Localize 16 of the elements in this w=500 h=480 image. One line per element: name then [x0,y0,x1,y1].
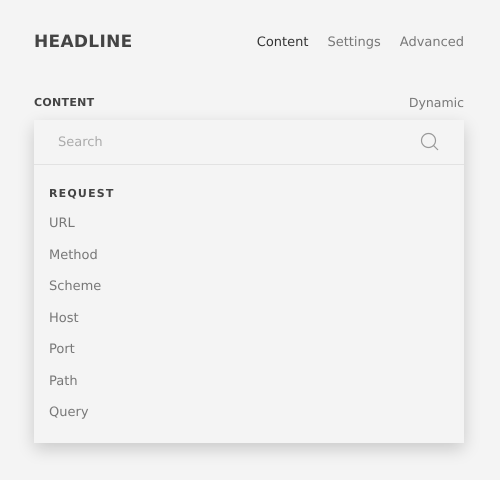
menu-item[interactable]: Path [49,372,449,403]
dynamic-toggle[interactable]: Dynamic [408,94,464,110]
menu-item[interactable]: URL [49,214,449,246]
tab[interactable]: Advanced [400,34,464,50]
menu-item[interactable]: Scheme [49,277,449,308]
tab[interactable]: Content [256,34,308,50]
menu-item[interactable]: Query [49,403,449,434]
field-label: CONTENT [34,96,94,108]
menu-item[interactable]: Host [49,308,449,340]
headline: HEADLINE [34,32,133,52]
search-icon[interactable] [420,132,440,152]
menu-item[interactable]: Method [49,246,449,277]
tab[interactable]: Settings [327,34,381,50]
search-field[interactable]: Search [58,132,420,152]
menu-item[interactable]: Port [49,340,449,372]
section-heading: REQUEST [49,187,116,200]
